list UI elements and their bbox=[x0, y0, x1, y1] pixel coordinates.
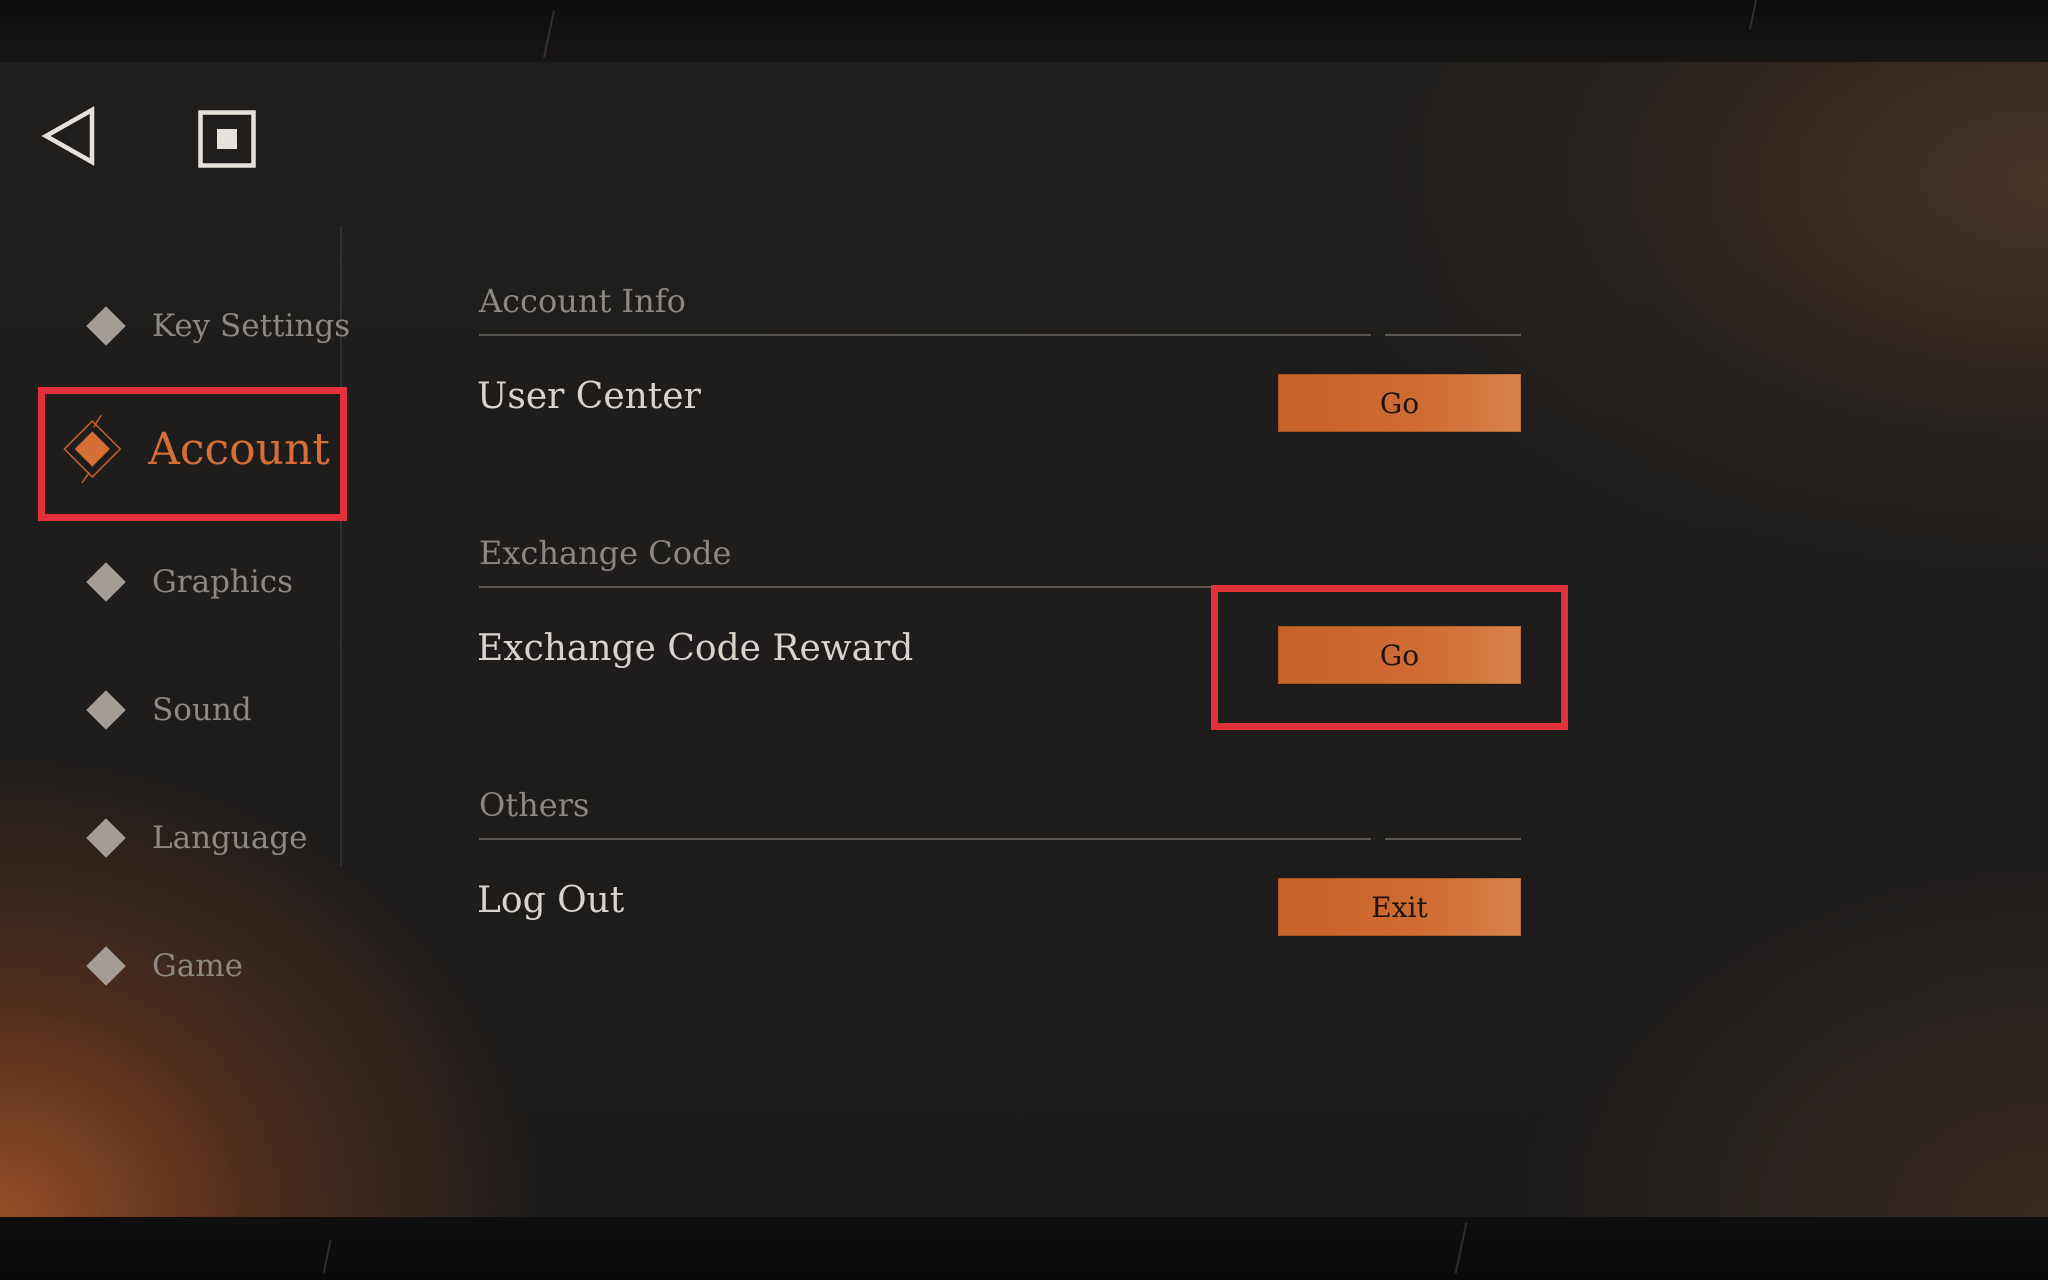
diamond-icon bbox=[86, 946, 126, 986]
section-title-account-info: Account Info bbox=[479, 282, 686, 320]
user-center-go-button[interactable]: Go bbox=[1278, 374, 1521, 432]
home-button[interactable] bbox=[198, 110, 256, 168]
square-stop-icon bbox=[198, 110, 256, 168]
sidebar-item-key-settings[interactable]: Key Settings bbox=[84, 296, 350, 356]
sidebar-item-sound[interactable]: Sound bbox=[84, 680, 252, 740]
section-title-others: Others bbox=[479, 786, 590, 824]
back-button[interactable] bbox=[40, 104, 100, 168]
exchange-code-go-button[interactable]: Go bbox=[1278, 626, 1521, 684]
sidebar-item-label: Language bbox=[152, 820, 308, 856]
row-label-user-center: User Center bbox=[477, 376, 701, 417]
log-out-exit-button[interactable]: Exit bbox=[1278, 878, 1521, 936]
diamond-icon bbox=[86, 690, 126, 730]
section-title-exchange-code: Exchange Code bbox=[479, 534, 732, 572]
sidebar-item-language[interactable]: Language bbox=[84, 808, 308, 868]
sidebar-item-label: Graphics bbox=[152, 564, 294, 600]
top-letterbox-bar bbox=[0, 0, 2048, 62]
sidebar-item-graphics[interactable]: Graphics bbox=[84, 552, 293, 612]
sidebar-item-label: Game bbox=[152, 948, 243, 984]
sidebar-item-game[interactable]: Game bbox=[84, 936, 243, 996]
settings-panel bbox=[0, 62, 2048, 1217]
sidebar-item-account[interactable]: Account bbox=[60, 406, 330, 492]
row-label-log-out: Log Out bbox=[477, 880, 625, 921]
sidebar-item-label: Key Settings bbox=[152, 308, 351, 344]
section-divider bbox=[479, 586, 1521, 588]
back-triangle-icon bbox=[41, 106, 95, 166]
section-divider bbox=[479, 838, 1521, 840]
section-divider bbox=[479, 334, 1521, 336]
diamond-icon bbox=[86, 818, 126, 858]
sidebar-item-label: Sound bbox=[152, 692, 252, 728]
sidebar-item-label-active: Account bbox=[148, 423, 330, 475]
bottom-letterbox-bar bbox=[0, 1217, 2048, 1280]
active-diamond-icon bbox=[63, 414, 122, 484]
diamond-icon bbox=[86, 306, 126, 346]
row-label-exchange-code-reward: Exchange Code Reward bbox=[477, 628, 914, 669]
diamond-icon bbox=[86, 562, 126, 602]
